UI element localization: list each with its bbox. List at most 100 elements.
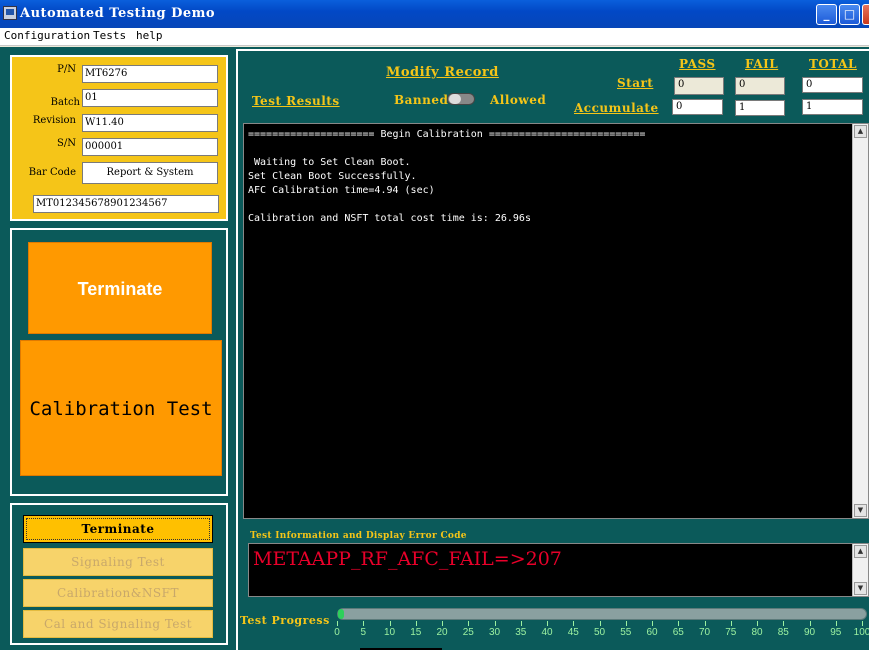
progress-tick <box>783 621 785 626</box>
progress-tick <box>652 621 653 626</box>
pass-header: PASS <box>679 57 716 71</box>
log-scrollbar[interactable]: ▲ ▼ <box>852 124 868 518</box>
revision-field[interactable]: W11.40 <box>82 114 218 132</box>
progress-tick <box>862 621 863 626</box>
progress-tick-label: 20 <box>436 627 448 638</box>
allowed-label: Allowed <box>490 93 547 107</box>
accumulate-total-field[interactable]: 1 <box>802 99 863 115</box>
error-scroll-down-icon[interactable]: ▼ <box>854 582 867 595</box>
banned-label: Banned <box>394 93 449 107</box>
progress-tick <box>625 621 627 626</box>
calibration-test-button[interactable]: Calibration Test <box>20 340 222 476</box>
error-scroll-up-icon[interactable]: ▲ <box>854 545 867 558</box>
progress-tick-label: 55 <box>620 627 632 638</box>
scroll-down-icon[interactable]: ▼ <box>854 504 867 517</box>
mode-buttons-panel: Terminate Signaling Test Calibration&NSF… <box>10 503 228 645</box>
progress-tick <box>678 621 680 626</box>
progress-tick-label: 0 <box>334 627 340 638</box>
progress-tick-label: 90 <box>803 627 816 638</box>
progress-tick <box>809 621 811 626</box>
total-header: TOTAL <box>809 57 857 71</box>
progress-tick <box>389 621 391 626</box>
scroll-up-icon[interactable]: ▲ <box>854 125 867 138</box>
window-title: Automated Testing Demo <box>20 6 216 21</box>
record-toggle[interactable] <box>447 93 475 105</box>
progress-tick-label: 95 <box>830 627 842 638</box>
pn-label: P/N <box>57 64 76 75</box>
signaling-test-button[interactable]: Signaling Test <box>23 548 213 576</box>
accumulate-fail-field[interactable]: 1 <box>735 100 785 116</box>
barcode-label: Bar Code <box>28 167 76 178</box>
calibration-nsft-button[interactable]: Calibration&NSFT <box>23 579 213 607</box>
progress-tick <box>547 621 548 626</box>
progress-bar <box>337 608 867 620</box>
menu-tests[interactable]: Tests <box>93 29 126 42</box>
progress-tick-label: 80 <box>751 627 763 638</box>
log-console[interactable]: ===================== Begin Calibration … <box>243 123 869 519</box>
start-pass-field: 0 <box>674 77 724 95</box>
fail-header: FAIL <box>745 57 779 71</box>
progress-tick-label: 15 <box>410 627 422 638</box>
progress-tick-label: 5 <box>360 627 367 638</box>
progress-tick-label: 85 <box>777 627 789 638</box>
progress-tick <box>337 621 338 626</box>
start-fail-field: 0 <box>735 77 785 95</box>
menu-help[interactable]: help <box>136 29 163 42</box>
app-icon <box>3 6 17 20</box>
progress-tick-label: 30 <box>488 627 501 638</box>
progress-tick-label: 45 <box>567 627 579 638</box>
progress-label: Test Progress <box>240 614 330 627</box>
barcode-field[interactable]: MT012345678901234567 <box>33 195 219 213</box>
start-total-field[interactable]: 0 <box>802 77 863 93</box>
menu-configuration[interactable]: Configuration <box>4 29 90 42</box>
error-scrollbar[interactable]: ▲ ▼ <box>852 544 868 596</box>
progress-tick <box>757 621 758 626</box>
progress-tick-label: 25 <box>462 627 474 638</box>
progress-tick-label: 65 <box>672 627 684 638</box>
terminate-small-button[interactable]: Terminate <box>23 515 213 543</box>
progress-tick <box>363 621 365 626</box>
title-bar: Automated Testing Demo _ □ <box>0 0 869 28</box>
pn-field[interactable]: MT6276 <box>82 65 218 83</box>
batch-label: Batch <box>50 97 80 108</box>
progress-fill <box>338 609 345 619</box>
progress-tick-label: 50 <box>593 627 606 638</box>
progress-tick <box>520 621 522 626</box>
progress-tick-label: 10 <box>383 627 396 638</box>
progress-tick <box>704 621 706 626</box>
progress-tick <box>573 621 575 626</box>
main-area: P/N MT6276 Batch 01 Revision W11.40 S/N … <box>0 47 869 650</box>
terminate-big-button[interactable]: Terminate <box>28 242 212 334</box>
progress-tick <box>468 621 470 626</box>
test-results-link[interactable]: Test Results <box>252 94 340 108</box>
progress-tick <box>494 621 496 626</box>
main-actions-panel: Terminate Calibration Test <box>10 228 228 496</box>
progress-tick <box>599 621 601 626</box>
progress-tick <box>835 621 837 626</box>
close-button[interactable] <box>862 4 869 25</box>
progress-tick-label: 70 <box>698 627 711 638</box>
start-label[interactable]: Start <box>617 76 653 90</box>
batch-field[interactable]: 01 <box>82 89 218 107</box>
progress-tick-label: 100 <box>853 627 869 638</box>
report-system-button[interactable]: Report & System <box>82 162 218 184</box>
maximize-button[interactable]: □ <box>839 4 860 25</box>
accumulate-label[interactable]: Accumulate <box>574 101 659 115</box>
log-text: ===================== Begin Calibration … <box>248 129 646 224</box>
modify-record-link[interactable]: Modify Record <box>386 65 499 80</box>
progress-tick-label: 60 <box>646 627 658 638</box>
progress-tick <box>730 621 732 626</box>
progress-tick <box>415 621 417 626</box>
cal-signaling-test-button[interactable]: Cal and Signaling Test <box>23 610 213 638</box>
progress-tick-label: 75 <box>725 627 737 638</box>
error-message: METAAPP_RF_AFC_FAIL=>207 <box>253 548 562 570</box>
accumulate-pass-field[interactable]: 0 <box>672 99 723 115</box>
device-info-panel: P/N MT6276 Batch 01 Revision W11.40 S/N … <box>10 55 228 221</box>
revision-label: Revision <box>32 115 76 126</box>
progress-tick-label: 40 <box>541 627 553 638</box>
progress-tick-label: 35 <box>515 627 527 638</box>
error-info-label: Test Information and Display Error Code <box>250 531 467 541</box>
sn-field[interactable]: 000001 <box>82 138 218 156</box>
menu-bar: Configuration Tests help <box>0 28 869 46</box>
minimize-button[interactable]: _ <box>816 4 837 25</box>
